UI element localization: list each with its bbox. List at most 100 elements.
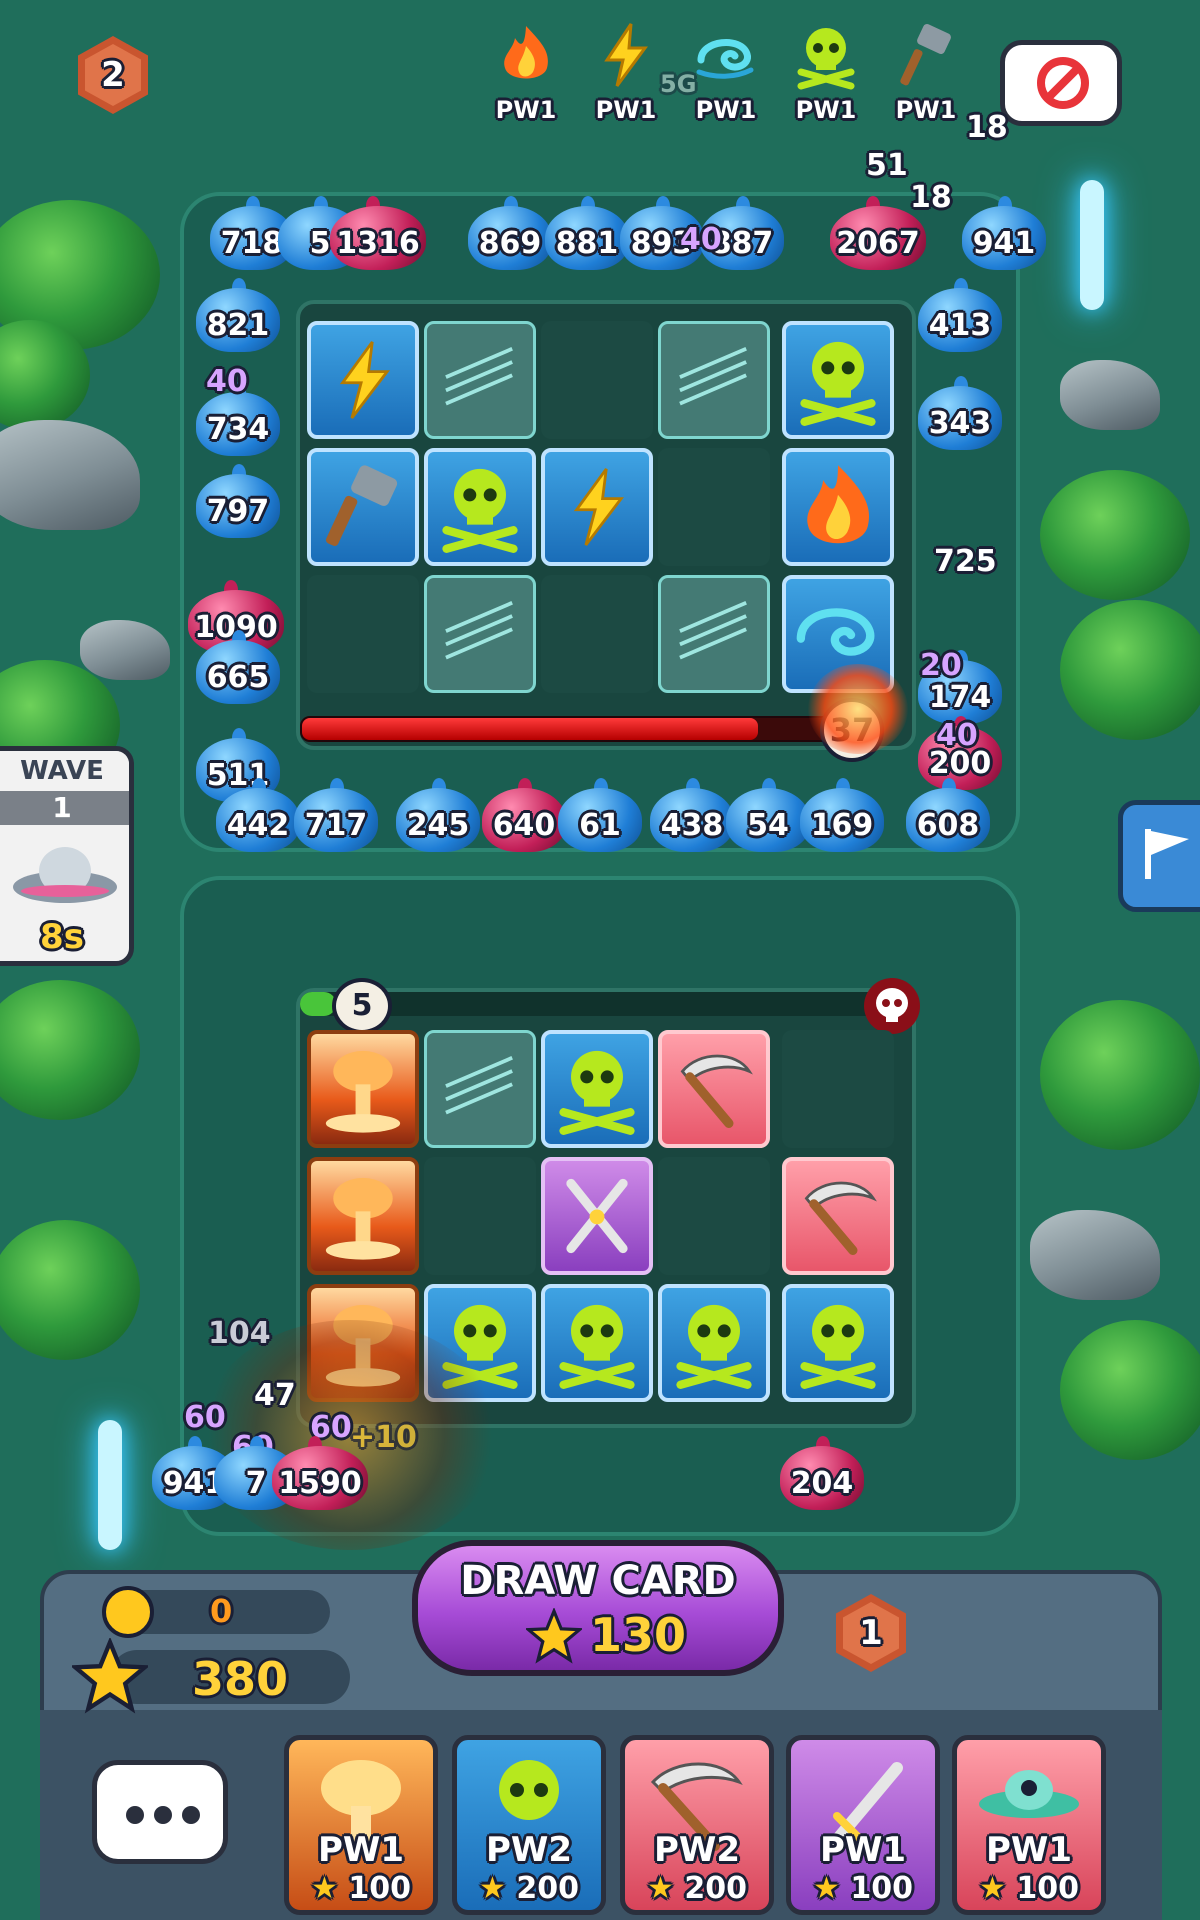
skull-icon [800,1304,876,1389]
damage-number: 18 [966,110,1008,145]
card-skull[interactable]: PW2 ★ 200 [452,1735,606,1915]
fire-icon [504,26,548,79]
bush-decor [1060,600,1200,740]
card-ufo[interactable]: PW1 ★ 100 [952,1735,1106,1915]
damage-number: 47 [254,1378,296,1413]
slime-enemy: 821 [196,278,280,352]
star-icon: ★ [979,1871,1006,1906]
grid-cell-empty[interactable] [658,448,770,566]
level-badge-number: 2 [85,44,141,106]
grid-cell-lightning[interactable] [541,448,653,566]
grid-cell-skull[interactable] [782,1284,894,1402]
arrows-icon [445,601,513,660]
lightning-icon [604,23,648,87]
grid-cell-skull[interactable] [424,448,536,566]
slime-enemy: 717 [294,778,378,852]
card-cost: ★ 100 [311,1871,411,1906]
bush-decor [0,980,140,1120]
grid-cell-empty[interactable] [307,575,419,693]
grid-cell-nuke[interactable] [307,1030,419,1148]
grid-cell-skull[interactable] [541,1284,653,1402]
slime-enemy: 665 [196,630,280,704]
portal [98,1420,122,1550]
skull-progress-fill [300,992,336,1016]
bush-decor [0,1220,140,1360]
grid-cell-scythe[interactable] [782,1157,894,1275]
arrows-icon [679,601,747,660]
grid-cell-swords[interactable] [541,1157,653,1275]
grid-cell-skull[interactable] [658,1284,770,1402]
flag-button[interactable] [1118,800,1200,912]
slime-enemy-elite: 1316 [330,196,426,270]
power-up-skull[interactable]: PW1 [778,20,874,124]
star-icon: ★ [311,1871,338,1906]
arrows-icon [445,1056,513,1115]
card-pw: PW1 [985,1830,1073,1870]
skull-icon [800,341,876,426]
card-swords[interactable]: PW1 ★ 100 [786,1735,940,1915]
wave-panel: WAVE 1 8s [0,746,134,966]
grid-cell-arrows[interactable] [658,321,770,439]
chat-icon [126,1806,200,1824]
grid-cell-skull[interactable] [541,1030,653,1148]
surrender-button[interactable] [1000,40,1122,126]
damage-number: 51 [866,148,908,183]
skull-icon [559,1050,635,1135]
grid-cell-hammer[interactable] [307,448,419,566]
card-nuke[interactable]: PW1 ★ 100 [284,1735,438,1915]
grid-cell-arrows[interactable] [658,575,770,693]
fire-icon [807,465,870,544]
star-icon [72,1638,148,1714]
slime-enemy: 245 [396,778,480,852]
red-skull-icon [864,978,920,1034]
power-up-label: PW1 [895,96,957,124]
grid-cell-skull[interactable] [782,321,894,439]
grid-cell-arrows[interactable] [424,575,536,693]
grid-cell-lightning[interactable] [307,321,419,439]
damage-number: 5G [660,70,697,98]
damage-number: 40 [936,718,978,753]
star-counter: 380 [72,1638,350,1714]
wave-label: WAVE [0,751,129,791]
card-scythe[interactable]: PW2 ★ 200 [620,1735,774,1915]
ufo-icon [13,847,117,903]
draw-card-label: DRAW CARD [460,1558,736,1604]
grid-cell-empty[interactable] [782,1030,894,1148]
damage-number: 18 [910,180,952,215]
power-up-fire[interactable]: PW1 [478,20,574,124]
rock-decor [0,420,140,530]
slime-enemy-elite: 204 [780,1436,864,1510]
coin-icon [102,1586,154,1638]
damage-number: 725 [934,544,997,579]
card-cost: ★ 200 [479,1871,579,1906]
damage-number: 20 [920,648,962,683]
boss-hp-fill [302,718,758,740]
grid-cell-empty[interactable] [658,1157,770,1275]
grid-cell-arrows[interactable] [424,321,536,439]
grid-cell-arrows[interactable] [424,1030,536,1148]
hammer-icon [325,465,398,547]
rock-decor [1060,360,1160,430]
power-up-hammer[interactable]: PW1 [878,20,974,124]
damage-number: 104 [208,1316,271,1351]
bush-decor [1040,1000,1200,1150]
draw-card-button[interactable]: DRAW CARD 130 [412,1540,784,1676]
grid-cell-scythe[interactable] [658,1030,770,1148]
grid-cell-empty[interactable] [541,321,653,439]
grid-cell-nuke[interactable] [307,1157,419,1275]
wave-timer: 8s [40,917,84,957]
grid-cell-fire[interactable] [782,448,894,566]
damage-number: 40 [680,222,722,257]
chat-button[interactable] [92,1760,228,1864]
arrows-icon [679,347,747,406]
power-up-label: PW1 [795,96,857,124]
wind-icon [696,39,754,79]
skull-icon [676,1304,752,1389]
grid-cell-empty[interactable] [541,575,653,693]
fire-burst [808,664,908,754]
boss-hp-bar [300,716,860,742]
grid-cell-empty[interactable] [424,1157,536,1275]
star-icon: ★ [479,1871,506,1906]
scythe-icon [804,1181,877,1255]
star-value: 380 [192,1652,289,1706]
